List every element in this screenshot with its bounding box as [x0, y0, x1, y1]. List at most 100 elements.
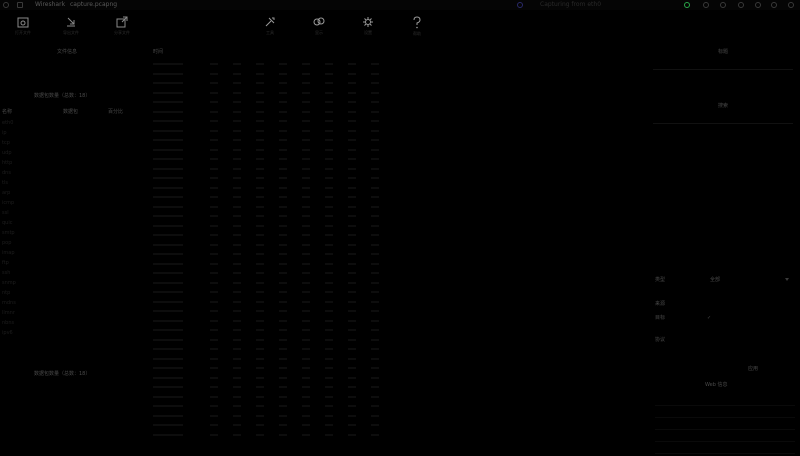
window-icon[interactable] — [17, 2, 23, 8]
protocol-row[interactable]: ntp — [2, 290, 142, 300]
tools-button[interactable]: 工具 — [250, 16, 290, 42]
shield-icon[interactable] — [684, 2, 690, 8]
bottom-group-header[interactable]: 数据包数量（总数：18） — [34, 370, 90, 377]
col-header-percent[interactable]: 百分比 — [108, 108, 123, 115]
protocol-row[interactable]: ftp — [2, 260, 142, 270]
packet-row[interactable] — [153, 193, 633, 203]
protocol-row[interactable]: tcp — [2, 140, 142, 150]
packet-row[interactable] — [153, 364, 633, 374]
packet-row[interactable] — [153, 336, 633, 346]
protocol-row[interactable]: eth0 — [2, 120, 142, 130]
packet-cell — [302, 101, 310, 103]
protocol-row[interactable]: quic — [2, 220, 142, 230]
display-button[interactable]: 显示 — [299, 16, 339, 42]
close-icon[interactable] — [788, 2, 794, 8]
packet-row[interactable] — [153, 326, 633, 336]
packet-cell — [325, 205, 333, 208]
packet-row[interactable] — [153, 260, 633, 270]
protocol-row[interactable]: ssh — [2, 270, 142, 280]
packet-row[interactable] — [153, 298, 633, 308]
maximize-icon[interactable] — [771, 2, 777, 8]
packet-row[interactable] — [153, 431, 633, 441]
share-file-button[interactable]: 分享文件 — [102, 16, 142, 42]
protocol-row[interactable]: tls — [2, 180, 142, 190]
protocol-row[interactable]: imap — [2, 250, 142, 260]
packet-cell — [256, 281, 264, 284]
check-icon[interactable]: ✓ — [707, 315, 711, 321]
packet-row[interactable] — [153, 250, 633, 260]
settings-icon[interactable] — [720, 2, 726, 8]
protocol-row[interactable]: smtp — [2, 230, 142, 240]
protocol-row[interactable]: icmp — [2, 200, 142, 210]
protocol-row[interactable]: mdns — [2, 300, 142, 310]
notification-icon[interactable] — [517, 2, 523, 8]
packet-row[interactable] — [153, 374, 633, 384]
packet-cell — [302, 63, 310, 65]
packet-row[interactable] — [153, 222, 633, 232]
packet-row[interactable] — [153, 203, 633, 213]
packet-row[interactable] — [153, 241, 633, 251]
packet-row[interactable] — [153, 89, 633, 99]
packet-cell — [153, 110, 183, 113]
settings-button[interactable]: 设置 — [348, 16, 388, 42]
app-menu-icon[interactable] — [3, 2, 9, 8]
packet-row[interactable] — [153, 79, 633, 89]
network-icon[interactable] — [703, 2, 709, 8]
packet-row[interactable] — [153, 345, 633, 355]
packet-row[interactable] — [153, 108, 633, 118]
apply-button[interactable]: 应用 — [748, 365, 758, 372]
protocol-row[interactable]: llmnr — [2, 310, 142, 320]
right-input[interactable] — [653, 60, 793, 70]
protocol-row[interactable]: snmp — [2, 280, 142, 290]
packet-row[interactable] — [153, 279, 633, 289]
packet-row[interactable] — [153, 127, 633, 137]
top-group-header[interactable]: 数据包数量（总数：18） — [34, 92, 90, 99]
packet-row[interactable] — [153, 174, 633, 184]
packet-row[interactable] — [153, 317, 633, 327]
packet-row[interactable] — [153, 402, 633, 412]
packet-row[interactable] — [153, 98, 633, 108]
packet-row[interactable] — [153, 288, 633, 298]
packet-row[interactable] — [153, 165, 633, 175]
protocol-row[interactable]: http — [2, 160, 142, 170]
packet-row[interactable] — [153, 70, 633, 80]
packet-row[interactable] — [153, 307, 633, 317]
packet-row[interactable] — [153, 421, 633, 431]
protocol-row[interactable]: nbns — [2, 320, 142, 330]
filter-type-select[interactable]: 全部 — [710, 276, 720, 283]
export-file-button[interactable]: 导出文件 — [51, 16, 91, 42]
packet-row[interactable] — [153, 117, 633, 127]
protocol-row[interactable]: dns — [2, 170, 142, 180]
help-button[interactable]: 帮助 — [397, 16, 437, 42]
protocol-row[interactable]: ipv6 — [2, 330, 142, 340]
col-header-packets[interactable]: 数据包 — [63, 108, 78, 115]
protocol-row[interactable]: arp — [2, 190, 142, 200]
packet-row[interactable] — [153, 212, 633, 222]
volume-icon[interactable] — [738, 2, 744, 8]
packet-row[interactable] — [153, 184, 633, 194]
packet-cell — [256, 177, 264, 179]
packet-row[interactable] — [153, 60, 633, 70]
packet-row[interactable] — [153, 136, 633, 146]
protocol-row[interactable]: pop — [2, 240, 142, 250]
protocol-row[interactable]: ssl — [2, 210, 142, 220]
packet-cell — [233, 72, 241, 75]
packet-row[interactable] — [153, 146, 633, 156]
packet-row[interactable] — [153, 155, 633, 165]
col-header-name[interactable]: 名称 — [2, 108, 12, 115]
packet-cell — [256, 82, 264, 84]
packet-row[interactable] — [153, 355, 633, 365]
protocol-row[interactable]: ip — [2, 130, 142, 140]
packet-cell — [210, 329, 218, 331]
chevron-down-icon[interactable] — [785, 278, 789, 281]
open-file-button[interactable]: 打开文件 — [3, 16, 43, 42]
packet-row[interactable] — [153, 269, 633, 279]
packet-row[interactable] — [153, 383, 633, 393]
packet-cell — [371, 386, 379, 388]
packet-row[interactable] — [153, 412, 633, 422]
protocol-row[interactable]: udp — [2, 150, 142, 160]
packet-row[interactable] — [153, 231, 633, 241]
minimize-icon[interactable] — [755, 2, 761, 8]
search-input[interactable] — [653, 114, 793, 124]
packet-row[interactable] — [153, 393, 633, 403]
